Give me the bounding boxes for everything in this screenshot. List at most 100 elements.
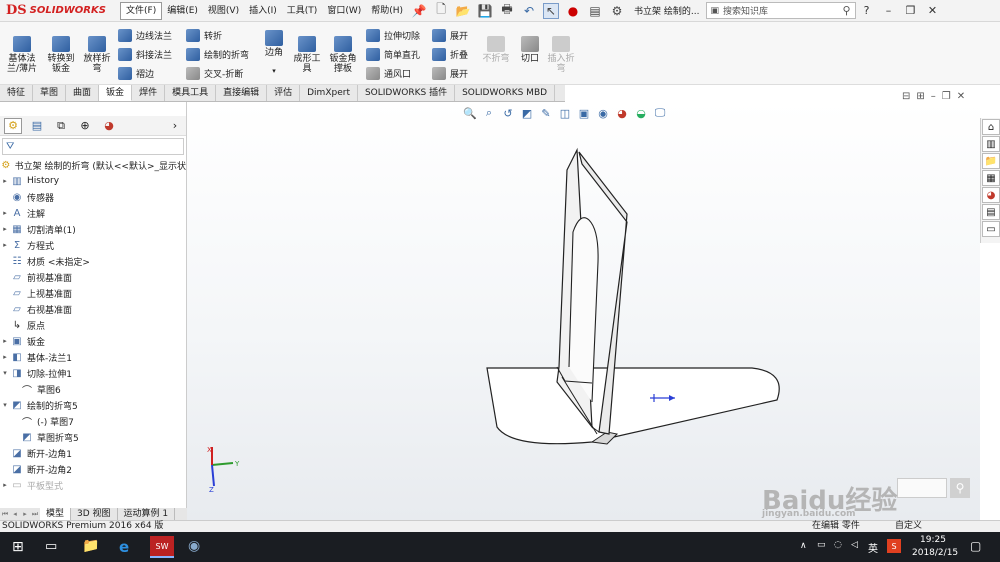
appearances-icon[interactable]: ◕: [982, 187, 1000, 203]
open-icon[interactable]: 📂: [455, 3, 471, 19]
expand-arrow-icon[interactable]: ▸: [0, 209, 10, 217]
cross-break-button[interactable]: 交叉-折断: [186, 65, 243, 81]
tab-surfaces[interactable]: 曲面: [66, 85, 100, 101]
lofted-bend-button[interactable]: 放样折弯: [80, 36, 114, 74]
custom-properties-icon[interactable]: ▤: [982, 204, 1000, 220]
tab-model[interactable]: 模型: [40, 508, 72, 520]
ime-indicator[interactable]: 英: [868, 540, 878, 555]
restore-button[interactable]: ❐: [900, 4, 922, 17]
tree-item-break-corner2[interactable]: ◪ 断开-边角2: [0, 461, 186, 477]
tree-item-break-corner1[interactable]: ◪ 断开-边角1: [0, 445, 186, 461]
display-manager-tab-icon[interactable]: ◕: [100, 118, 118, 134]
options-gear-icon[interactable]: ⚙: [609, 3, 625, 19]
search-icon[interactable]: ⚲: [842, 4, 850, 17]
tab-direct-editing[interactable]: 直接编辑: [216, 85, 268, 101]
edge-browser-icon[interactable]: e: [119, 538, 129, 556]
clock-date[interactable]: 2018/2/15: [912, 548, 958, 558]
rip-button[interactable]: 切口: [516, 36, 544, 64]
tree-item-material[interactable]: ☷ 材质 <未指定>: [0, 253, 186, 269]
tile-icon[interactable]: ⊞: [916, 91, 924, 102]
tree-item-sketched-bend[interactable]: ▾ ◩ 绘制的折弯5: [0, 397, 186, 413]
volume-icon[interactable]: ◁: [851, 540, 858, 550]
app-taskbar-icon[interactable]: ◉: [188, 538, 200, 554]
fold-button[interactable]: 折叠: [432, 46, 468, 62]
help-icon[interactable]: ?: [856, 4, 878, 17]
first-tab-arrow-icon[interactable]: ⏮: [0, 510, 10, 519]
viewport-minimize-icon[interactable]: –: [931, 91, 936, 102]
tree-item-cut-list[interactable]: ▸ ▦ 切割清单(1): [0, 221, 186, 237]
tree-item-base-flange[interactable]: ▸ ◧ 基体-法兰1: [0, 349, 186, 365]
configuration-manager-tab-icon[interactable]: ⧉: [52, 118, 70, 134]
select-icon[interactable]: ↖: [543, 2, 560, 19]
status-units[interactable]: 自定义: [895, 521, 922, 532]
forum-icon[interactable]: ▭: [982, 221, 1000, 237]
graphics-area[interactable]: 🔍 ⌕ ↺ ◩ ✎ ◫ ▣ ◉ ◕ ◒ 🖵 ⊟ ⊞ – ❐ ✕ Y X Z ⚲ …: [187, 91, 980, 520]
battery-icon[interactable]: ▭: [817, 540, 826, 550]
corners-button[interactable]: 边角 ▾: [260, 30, 288, 76]
sogou-input-icon[interactable]: S: [887, 539, 901, 553]
pin-icon[interactable]: 📌: [411, 3, 427, 19]
viewport-close-icon[interactable]: ✕: [957, 91, 965, 102]
viewport-restore-icon[interactable]: ❐: [942, 91, 951, 102]
search-input[interactable]: 搜索知识库: [719, 4, 842, 17]
feature-manager-tab-icon[interactable]: ⚙: [4, 117, 22, 134]
search-box[interactable]: ▣ 搜索知识库 ⚲: [705, 2, 856, 19]
menu-help[interactable]: 帮助(H): [366, 0, 408, 22]
tree-item-sketch6[interactable]: ⌒ 草图6: [0, 381, 186, 397]
menu-file[interactable]: 文件(F): [120, 1, 163, 20]
flatten-button[interactable]: 展开: [432, 65, 468, 81]
miter-flange-button[interactable]: 斜接法兰: [118, 46, 172, 62]
hem-button[interactable]: 褶边: [118, 65, 154, 81]
no-bends-button[interactable]: 不折弯: [480, 36, 512, 64]
tree-item-right-plane[interactable]: ▱ 右视基准面: [0, 301, 186, 317]
save-icon[interactable]: 💾: [477, 3, 493, 19]
corners-dropdown-icon[interactable]: ▾: [272, 66, 276, 76]
print-icon[interactable]: 🖶: [499, 2, 515, 19]
tree-item-sketch-bend[interactable]: ◩ 草图折弯5: [0, 429, 186, 445]
solidworks-taskbar-icon[interactable]: SW: [150, 536, 174, 558]
tree-item-origin[interactable]: ↳ 原点: [0, 317, 186, 333]
tree-item-cut-extrude[interactable]: ▾ ◨ 切除-拉伸1: [0, 365, 186, 381]
windows-start-icon[interactable]: ⊞: [12, 539, 24, 555]
design-library-icon[interactable]: ▥: [982, 136, 1000, 152]
tree-item-sketch7[interactable]: ⌒ (-) 草图7: [0, 413, 186, 429]
tree-item-sheet-metal[interactable]: ▸ ▣ 钣金: [0, 333, 186, 349]
menu-edit[interactable]: 编辑(E): [162, 0, 203, 22]
dimxpert-manager-tab-icon[interactable]: ⊕: [76, 118, 94, 134]
expand-pane-icon[interactable]: ⊟: [902, 91, 910, 102]
tree-item-top-plane[interactable]: ▱ 上视基准面: [0, 285, 186, 301]
menu-window[interactable]: 窗口(W): [322, 0, 366, 22]
tab-addins[interactable]: SOLIDWORKS 插件: [358, 85, 456, 101]
new-document-icon[interactable]: 🗋: [433, 2, 449, 19]
solidworks-logo[interactable]: DS SOLIDWORKS: [0, 0, 120, 22]
close-button[interactable]: ✕: [922, 4, 944, 17]
extruded-cut-button[interactable]: 拉伸切除: [366, 27, 420, 43]
panel-expand-chevron-icon[interactable]: ›: [166, 118, 184, 134]
expand-arrow-icon[interactable]: ▸: [0, 481, 10, 489]
next-tab-arrow-icon[interactable]: ▸: [20, 510, 30, 518]
tab-mbd[interactable]: SOLIDWORKS MBD: [455, 85, 556, 101]
sheet-metal-gusset-button[interactable]: 钣金角撑板: [326, 36, 360, 74]
clock-time[interactable]: 19:25: [920, 535, 946, 545]
file-explorer-taskbar-icon[interactable]: 📁: [82, 538, 99, 554]
tab-evaluate[interactable]: 评估: [267, 85, 301, 101]
collapse-arrow-icon[interactable]: ▾: [0, 369, 10, 377]
tree-item-flat-pattern[interactable]: ▸ ▭ 平板型式: [0, 477, 186, 493]
tab-features[interactable]: 特征: [0, 85, 34, 101]
tab-sketch[interactable]: 草图: [33, 85, 67, 101]
expand-arrow-icon[interactable]: ▸: [0, 353, 10, 361]
expand-arrow-icon[interactable]: ▸: [0, 177, 10, 185]
tray-chevron-icon[interactable]: ∧: [800, 541, 807, 551]
sketched-bend-button[interactable]: 绘制的折弯: [186, 46, 249, 62]
bookend-model[interactable]: Y X Z: [187, 102, 980, 520]
minimize-button[interactable]: –: [878, 4, 900, 17]
tree-item-sensors[interactable]: ◉ 传感器: [0, 189, 186, 205]
undo-icon[interactable]: ↶: [521, 3, 537, 19]
tree-item-equations[interactable]: ▸ Σ 方程式: [0, 237, 186, 253]
prev-tab-arrow-icon[interactable]: ◂: [10, 510, 20, 518]
network-icon[interactable]: ◌: [834, 540, 842, 550]
expand-arrow-icon[interactable]: ▸: [0, 241, 10, 249]
solidworks-resources-icon[interactable]: ⌂: [982, 119, 1000, 135]
expand-arrow-icon[interactable]: ▸: [0, 225, 10, 233]
tab-sheet-metal[interactable]: 钣金: [99, 85, 133, 101]
